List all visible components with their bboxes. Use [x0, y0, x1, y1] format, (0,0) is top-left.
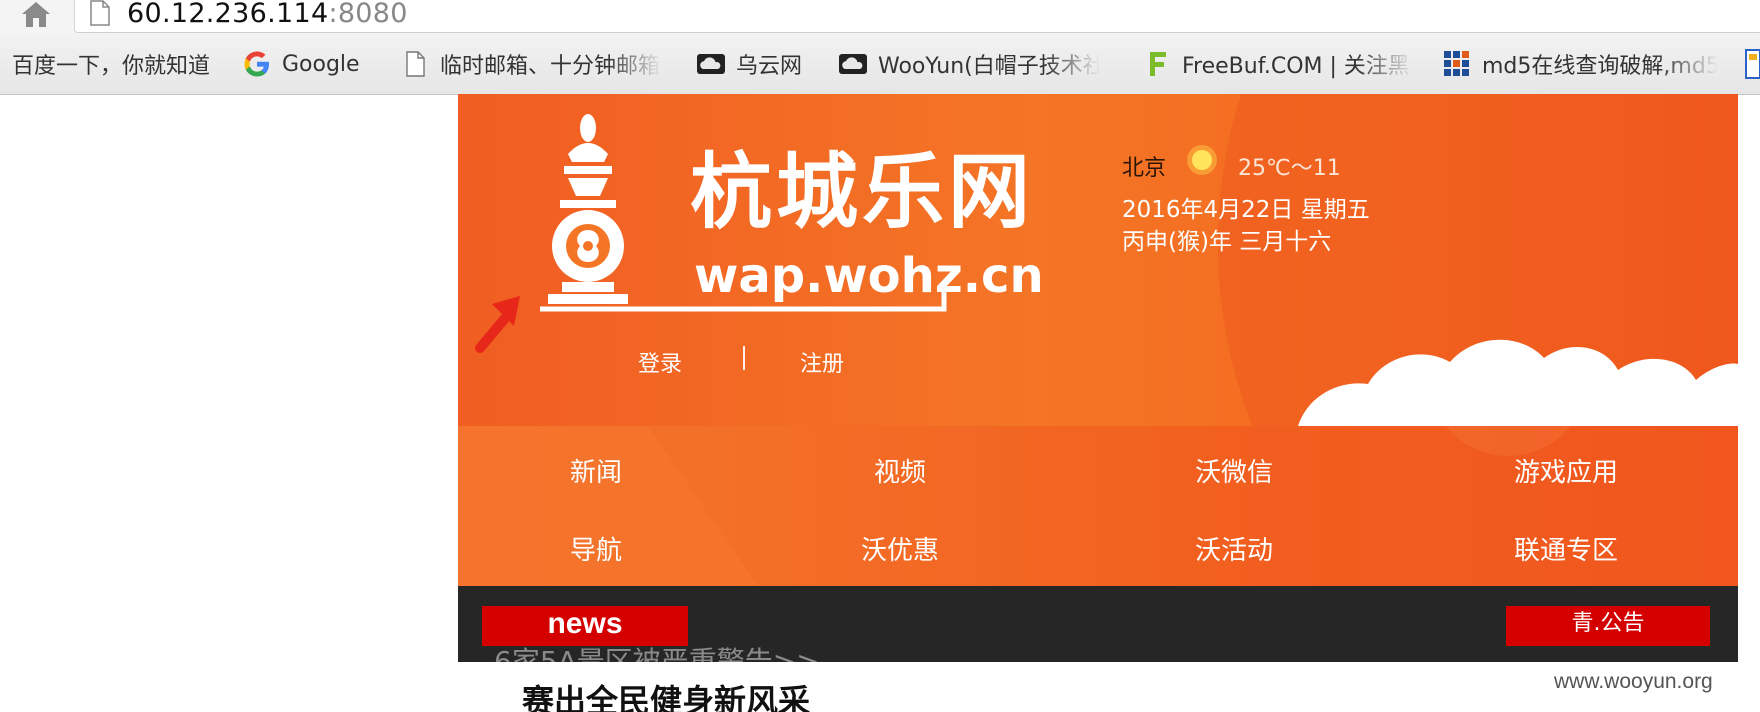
nav-games-apps[interactable]: 游戏应用 [1466, 452, 1666, 489]
nav-activities[interactable]: 沃活动 [1134, 530, 1334, 567]
nav-unicom-zone[interactable]: 联通专区 [1466, 530, 1666, 567]
news-headline[interactable]: 赛出全民健身新风采 [522, 678, 810, 712]
lunar-date-line: 丙申(猴)年 三月十六 [1122, 229, 1332, 255]
bookmark-label: FreeBuf.COM | 关注黑 [1182, 54, 1410, 79]
watermark: www.wooyun.org [1554, 670, 1713, 693]
nav-news[interactable]: 新闻 [496, 452, 696, 489]
main-nav: 新闻 视频 沃微信 游戏应用 导航 沃优惠 沃活动 联通专区 [458, 426, 1738, 586]
wooyun-cloud-icon [697, 54, 725, 74]
url-host: 60.12.236.114 [127, 0, 329, 29]
login-link[interactable]: 登录 [638, 346, 682, 378]
brand-domain: wap.wohz.cn [694, 248, 1044, 304]
sun-icon [1187, 145, 1217, 175]
nav-video[interactable]: 视频 [800, 452, 1000, 489]
weather-temp: 25℃～11 [1238, 156, 1341, 181]
wooyun-cloud-icon [839, 54, 867, 74]
site-header: 杭城乐网 wap.wohz.cn 登录 注册 北京 25℃～11 2016年4月… [458, 94, 1738, 426]
bookmark-label: 临时邮箱、十分钟邮箱 [440, 54, 661, 79]
nav-wechat[interactable]: 沃微信 [1134, 452, 1334, 489]
bookmark-label: 百度一下，你就知道 [12, 54, 211, 79]
bookmark-wooyun-community[interactable]: WooYun(白帽子技术社 [838, 34, 1100, 94]
news-badge[interactable]: news [482, 606, 688, 646]
home-icon[interactable] [20, 0, 52, 28]
address-row: 60.12.236.114:8080 [0, 0, 1760, 34]
brand-name: 杭城乐网 [690, 145, 1035, 240]
bookmark-temp-mail[interactable]: 临时邮箱、十分钟邮箱 [400, 34, 662, 94]
red-arrow-icon [475, 296, 520, 353]
bookmark-label: Google [282, 51, 360, 77]
bookmark-label: 乌云网 [736, 54, 803, 79]
date-line: 2016年4月22日 星期五 [1122, 197, 1370, 223]
overflow-bookmark-icon[interactable] [1744, 48, 1760, 80]
google-icon [244, 51, 269, 77]
freebuf-icon [1150, 52, 1166, 76]
bookmark-label: md5在线查询破解,md5 [1482, 54, 1718, 79]
bookmark-google[interactable]: Google [242, 34, 372, 94]
nav-deals[interactable]: 沃优惠 [800, 530, 1000, 567]
nav-navigation[interactable]: 导航 [496, 530, 696, 567]
bookmark-wooyun[interactable]: 乌云网 [696, 34, 816, 94]
url-port: :8080 [328, 0, 408, 29]
news-bar: news 青.公告 6家5A景区被严重警告>> [458, 586, 1738, 662]
weather-city: 北京 [1122, 156, 1167, 181]
register-link[interactable]: 注册 [800, 346, 844, 378]
auth-divider [743, 346, 745, 370]
cloud-decoration [1298, 339, 1738, 426]
bookmark-baidu[interactable]: 百度一下，你就知道 [12, 34, 212, 94]
page-icon [90, 0, 110, 26]
page-icon [406, 51, 425, 77]
grid-icon [1444, 51, 1469, 76]
address-bar[interactable]: 60.12.236.114:8080 [74, 0, 1760, 33]
url-text[interactable]: 60.12.236.114:8080 [127, 0, 408, 29]
bookmark-md5[interactable]: md5在线查询破解,md5 [1442, 34, 1720, 94]
news-ticker[interactable]: 6家5A景区被严重警告>> [494, 646, 820, 662]
bookmarks-bar: 百度一下，你就知道 Google 临时邮箱、十分钟邮箱 乌云网 WooYun(白… [0, 34, 1760, 95]
notice-badge[interactable]: 青.公告 [1506, 606, 1710, 646]
bookmark-label: WooYun(白帽子技术社 [878, 54, 1100, 79]
bookmark-freebuf[interactable]: FreeBuf.COM | 关注黑 [1142, 34, 1414, 94]
